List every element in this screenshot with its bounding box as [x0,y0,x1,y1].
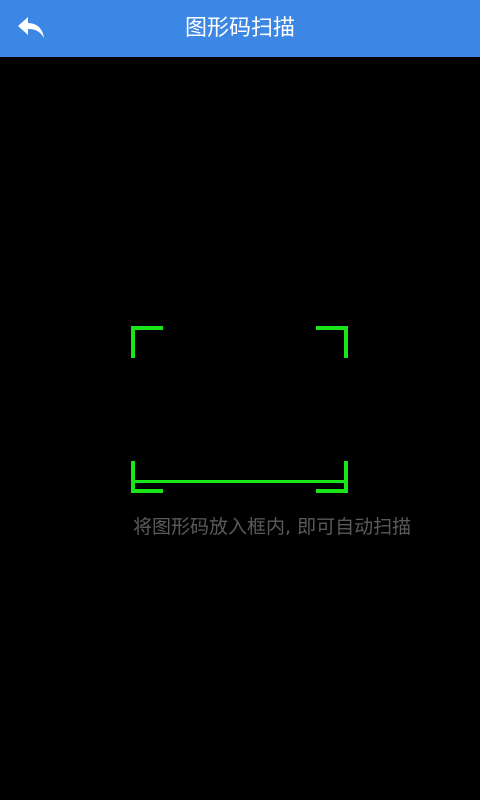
viewfinder-corner-top-right [316,326,348,358]
back-button[interactable] [10,9,52,47]
title-bar: 图形码扫描 [0,0,480,57]
scan-screen: 图形码扫描 将图形码放入框内, 即可自动扫描 [0,0,480,800]
scan-viewfinder [131,326,348,493]
scan-hint-text: 将图形码放入框内, 即可自动扫描 [133,516,412,538]
page-title: 图形码扫描 [184,16,295,41]
scan-line [135,480,344,483]
back-arrow-icon [18,17,44,38]
viewfinder-corner-top-left [131,326,163,358]
viewfinder-corner-bottom-left [131,461,163,493]
viewfinder-corner-bottom-right [316,461,348,493]
